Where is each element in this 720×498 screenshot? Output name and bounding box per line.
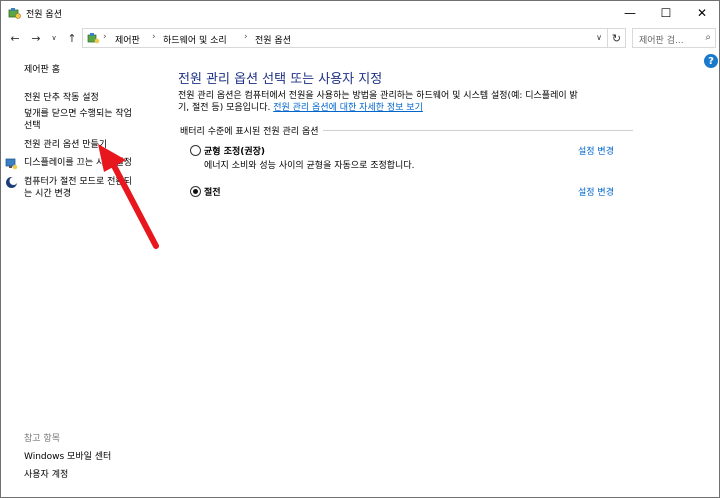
description-line-1: 전원 관리 옵션은 컴퓨터에서 전원을 사용하는 방법을 관리하는 하드웨어 및… (178, 91, 578, 101)
radio-balanced[interactable] (190, 145, 201, 156)
address-dropdown-button[interactable]: ∨ (592, 28, 606, 46)
sidebar-item-sleep[interactable]: 컴퓨터가 절전 모드로 전환되 (24, 176, 132, 188)
sidebar-item-sleep-cont[interactable]: 는 시간 변경 (24, 188, 71, 200)
control-panel-icon (87, 33, 100, 44)
power-options-icon (8, 8, 21, 19)
forward-button[interactable]: → (27, 29, 45, 47)
more-info-link[interactable]: 전원 관리 옵션에 대한 자세한 정보 보기 (273, 103, 423, 113)
see-also-mobility-center[interactable]: Windows 모바일 센터 (24, 451, 111, 463)
page-description: 전원 관리 옵션은 컴퓨터에서 전원을 사용하는 방법을 관리하는 하드웨어 및… (178, 90, 633, 114)
arrow-shaft (109, 159, 159, 249)
sidebar-item-lid-close-cont[interactable]: 선택 (24, 120, 41, 132)
search-box[interactable]: 제어판 검... ⌕ (632, 28, 716, 48)
breadcrumb-separator: › (152, 32, 156, 42)
window-title: 전원 옵션 (26, 10, 62, 20)
description-line-2: 기, 절전 등) 모음입니다. (178, 103, 274, 113)
refresh-button[interactable]: ↻ (608, 28, 626, 48)
radio-power-saver[interactable] (190, 186, 201, 197)
breadcrumb-separator: › (244, 32, 248, 42)
display-icon (5, 158, 18, 170)
breadcrumb-control-panel[interactable]: 제어판 (115, 33, 140, 46)
address-bar[interactable]: › 제어판 › 하드웨어 및 소리 › 전원 옵션 (82, 28, 608, 48)
sidebar-item-display-off[interactable]: 디스플레이를 끄는 시간 설정 (24, 157, 132, 169)
plan-name-balanced[interactable]: 균형 조정(권장) (204, 144, 265, 157)
breadcrumb-power-options[interactable]: 전원 옵션 (255, 33, 291, 46)
up-button[interactable]: ↑ (63, 29, 81, 47)
moon-icon (6, 177, 18, 188)
sidebar-home-link[interactable]: 제어판 홈 (24, 64, 60, 76)
breadcrumb-separator: › (103, 32, 107, 42)
search-icon[interactable]: ⌕ (705, 32, 711, 43)
page-title: 전원 관리 옵션 선택 또는 사용자 지정 (178, 72, 383, 87)
title-bar: 전원 옵션 — ☐ ✕ (0, 0, 720, 26)
see-also-user-accounts[interactable]: 사용자 계정 (24, 469, 68, 481)
sidebar-item-power-button[interactable]: 전원 단추 작동 설정 (24, 92, 99, 104)
maximize-button[interactable]: ☐ (648, 0, 684, 26)
help-icon[interactable]: ? (704, 54, 718, 68)
recent-locations-button[interactable]: ∨ (45, 29, 63, 47)
sidebar-item-create-plan[interactable]: 전원 관리 옵션 만들기 (24, 139, 107, 151)
back-button[interactable]: ← (6, 29, 24, 47)
close-button[interactable]: ✕ (684, 0, 720, 26)
change-settings-balanced-link[interactable]: 설정 변경 (578, 144, 614, 157)
plan-desc-balanced: 에너지 소비와 성능 사이의 균형을 자동으로 조정합니다. (204, 161, 415, 171)
see-also-heading: 참고 항목 (24, 434, 60, 444)
minimize-button[interactable]: — (612, 0, 648, 26)
plan-group-header: 배터리 수준에 표시된 전원 관리 옵션 (180, 124, 323, 137)
breadcrumb-hardware-sound[interactable]: 하드웨어 및 소리 (163, 33, 227, 46)
plan-name-power-saver[interactable]: 절전 (204, 185, 221, 198)
search-input[interactable]: 제어판 검... (639, 33, 684, 46)
sidebar-item-lid-close[interactable]: 덮개를 닫으면 수행되는 작업 (24, 108, 132, 120)
change-settings-power-saver-link[interactable]: 설정 변경 (578, 185, 614, 198)
